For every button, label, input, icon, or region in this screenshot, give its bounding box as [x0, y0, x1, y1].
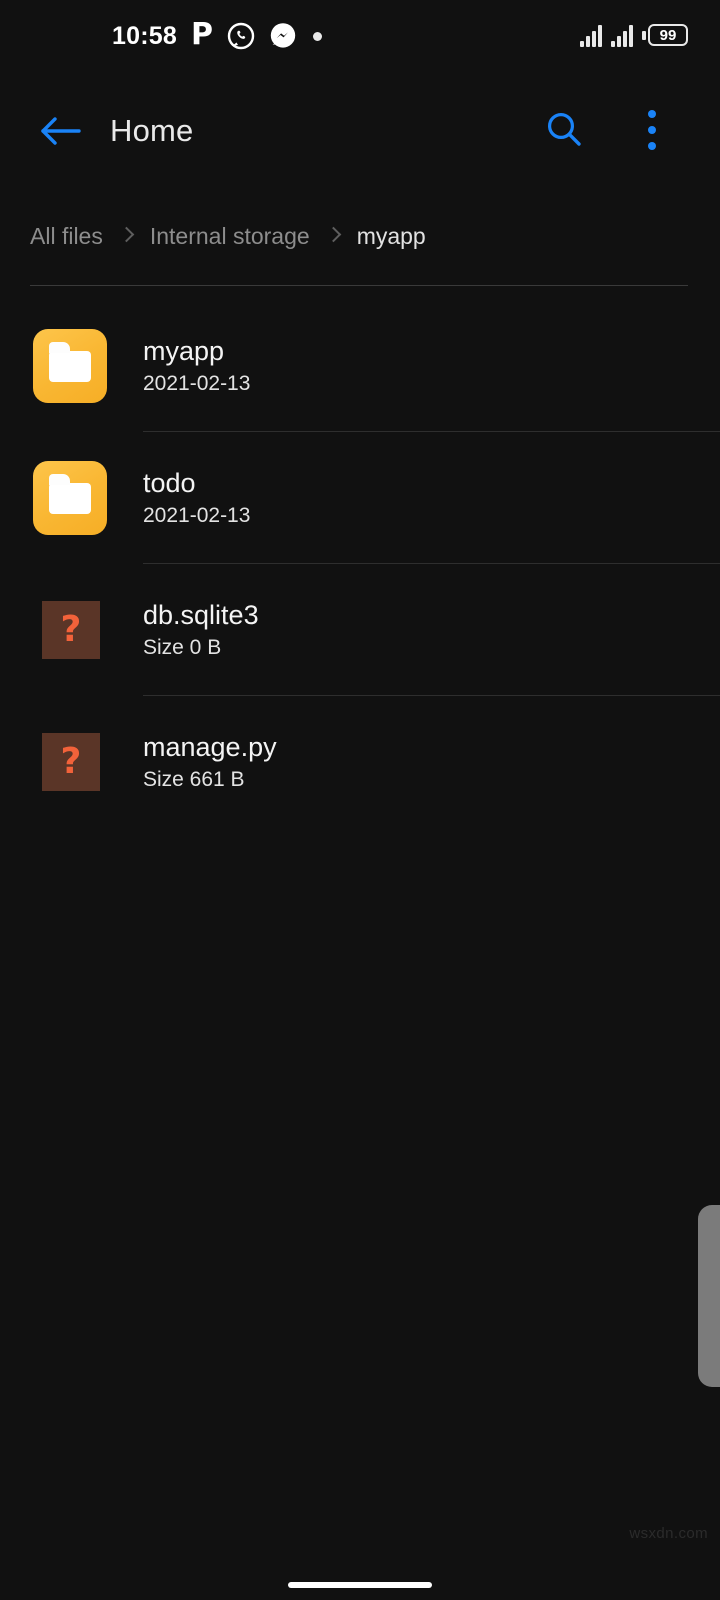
overflow-menu-button[interactable]: [628, 99, 676, 161]
app-bar: Home: [0, 96, 720, 170]
watermark: wsxdn.com: [629, 1525, 708, 1542]
search-icon: [548, 113, 581, 146]
chevron-right-icon: [328, 227, 339, 245]
whatsapp-icon: [227, 22, 255, 50]
status-bar: 10:58 P 99: [0, 0, 720, 78]
status-bar-right-group: 99: [580, 24, 688, 47]
battery-level-text: 99: [648, 24, 688, 46]
list-item-icon-slot: [33, 432, 113, 564]
list-item-meta: 2021-02-13: [143, 372, 251, 396]
unknown-file-icon: ?: [42, 601, 100, 659]
list-item[interactable]: ? manage.py Size 661 B: [0, 696, 720, 828]
list-item-name: manage.py: [143, 731, 277, 762]
p-app-icon: P: [190, 16, 213, 52]
status-clock: 10:58: [112, 21, 177, 50]
folder-icon: [33, 461, 107, 535]
list-item[interactable]: todo 2021-02-13: [0, 432, 720, 564]
list-item-text: myapp 2021-02-13: [143, 300, 250, 432]
folder-icon: [33, 329, 107, 403]
list-item-meta: Size 0 B: [143, 636, 222, 660]
list-item[interactable]: myapp 2021-02-13: [0, 300, 720, 432]
breadcrumb: All files Internal storage myapp: [30, 212, 426, 260]
list-item-meta: Size 661 B: [143, 768, 245, 792]
messenger-icon: [270, 23, 296, 48]
scroll-handle[interactable]: [698, 1205, 720, 1387]
status-bar-left-group: 10:58 P: [112, 16, 322, 52]
question-mark-glyph: ?: [60, 609, 82, 650]
chevron-right-icon: [121, 227, 132, 245]
breadcrumb-item-all-files[interactable]: All files: [30, 223, 103, 250]
search-button[interactable]: [534, 99, 594, 161]
back-arrow-icon: [41, 117, 81, 145]
list-item-text: todo 2021-02-13: [143, 432, 250, 564]
list-item-icon-slot: ?: [33, 696, 113, 828]
list-item-icon-slot: ?: [33, 564, 113, 696]
battery-indicator: 99: [642, 24, 688, 46]
back-button[interactable]: [30, 100, 90, 162]
file-manager-screen: 10:58 P 99 Home All files Internal stora…: [0, 0, 720, 1600]
unknown-file-icon: ?: [42, 733, 100, 791]
list-item-text: db.sqlite3 Size 0 B: [143, 564, 259, 696]
signal-strength-icon-sim2: [611, 25, 633, 47]
list-item-name: db.sqlite3: [143, 599, 259, 630]
battery-charge-tip-icon: [642, 30, 646, 40]
file-list: myapp 2021-02-13 todo 2021-02-13 ? db.sq…: [0, 300, 720, 828]
list-item-text: manage.py Size 661 B: [143, 696, 277, 828]
page-title: Home: [110, 113, 194, 148]
menu-dot-icon: [648, 142, 656, 150]
list-item[interactable]: ? db.sqlite3 Size 0 B: [0, 564, 720, 696]
breadcrumb-item-myapp[interactable]: myapp: [357, 223, 426, 250]
list-item-name: myapp: [143, 335, 225, 366]
signal-strength-icon-sim1: [580, 25, 602, 47]
list-item-icon-slot: [33, 300, 113, 432]
list-item-meta: 2021-02-13: [143, 504, 251, 528]
folder-glyph: [49, 342, 91, 382]
list-item-name: todo: [143, 467, 196, 498]
home-gesture-pill[interactable]: [288, 1582, 432, 1588]
menu-dot-icon: [648, 110, 656, 118]
dot-indicator-icon: [312, 31, 322, 41]
menu-dot-icon: [648, 126, 656, 134]
folder-glyph: [49, 474, 91, 514]
question-mark-glyph: ?: [60, 741, 82, 782]
breadcrumb-item-internal-storage[interactable]: Internal storage: [150, 223, 310, 250]
breadcrumb-divider: [30, 285, 688, 286]
